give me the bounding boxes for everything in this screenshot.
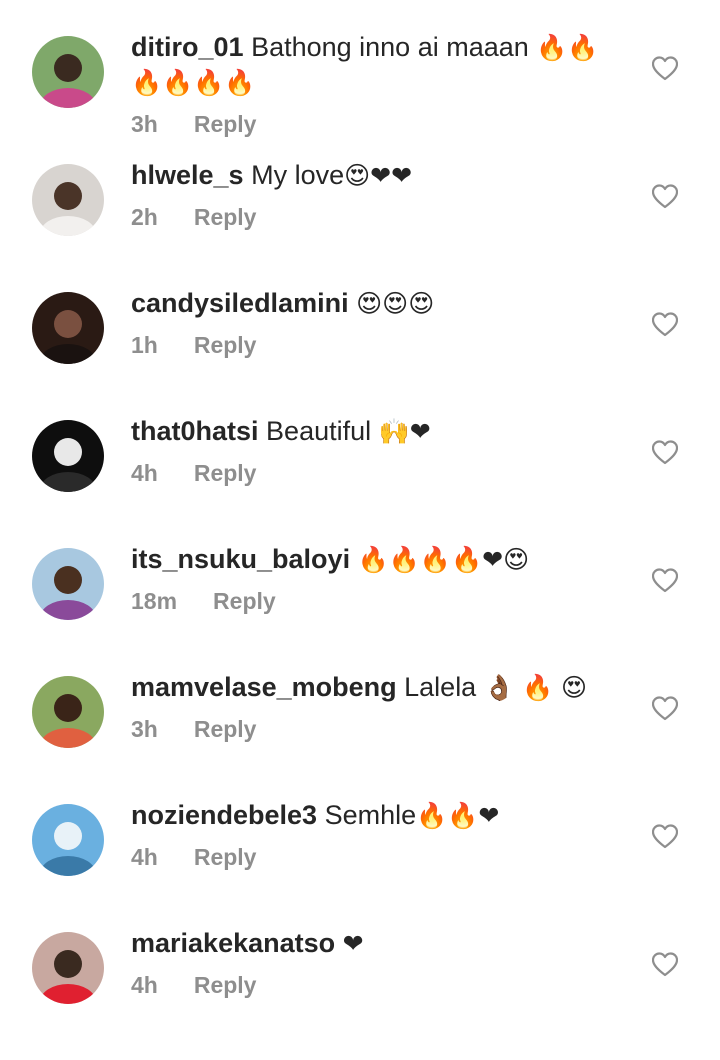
comment-item: noziendebele3 Semhle🔥🔥❤ 4h Reply xyxy=(0,800,720,932)
comment-body: noziendebele3 Semhle🔥🔥❤ 4h Reply xyxy=(131,798,611,871)
avatar[interactable] xyxy=(32,36,104,108)
username-link[interactable]: mariakekanatso xyxy=(131,928,335,958)
username-link[interactable]: ditiro_01 xyxy=(131,32,244,62)
comment-item: ditiro_01 Bathong inno ai maaan 🔥🔥🔥🔥🔥🔥 3h… xyxy=(0,32,720,164)
comment-meta: 3h Reply xyxy=(131,111,611,138)
comment-message: Beautiful 🙌❤ xyxy=(266,416,431,446)
comment-message: My love😍❤❤ xyxy=(251,160,413,190)
timestamp: 3h xyxy=(131,111,158,137)
like-button[interactable] xyxy=(652,56,678,82)
comments-list: ditiro_01 Bathong inno ai maaan 🔥🔥🔥🔥🔥🔥 3h… xyxy=(0,0,720,1016)
comment-item: its_nsuku_baloyi 🔥🔥🔥🔥❤😍 18m Reply xyxy=(0,544,720,676)
comment-text: its_nsuku_baloyi 🔥🔥🔥🔥❤😍 xyxy=(131,542,611,577)
comment-body: its_nsuku_baloyi 🔥🔥🔥🔥❤😍 18m Reply xyxy=(131,542,611,615)
like-button[interactable] xyxy=(652,184,678,210)
timestamp: 4h xyxy=(131,972,158,998)
comment-text: noziendebele3 Semhle🔥🔥❤ xyxy=(131,798,611,833)
comment-item: hlwele_s My love😍❤❤ 2h Reply xyxy=(0,160,720,292)
username-link[interactable]: that0hatsi xyxy=(131,416,259,446)
comment-message: Semhle🔥🔥❤ xyxy=(324,800,500,830)
comment-meta: 4h Reply xyxy=(131,460,611,487)
like-button[interactable] xyxy=(652,952,678,978)
reply-button[interactable]: Reply xyxy=(194,111,257,138)
avatar[interactable] xyxy=(32,804,104,876)
timestamp: 4h xyxy=(131,460,158,486)
like-button[interactable] xyxy=(652,696,678,722)
timestamp: 18m xyxy=(131,588,178,614)
avatar[interactable] xyxy=(32,932,104,1004)
comment-message: Lalela 👌🏾 🔥 😍 xyxy=(404,672,588,702)
comment-item: mariakekanatso ❤ 4h Reply xyxy=(0,928,720,1060)
timestamp: 4h xyxy=(131,844,158,870)
timestamp: 3h xyxy=(131,716,158,742)
comment-message: ❤ xyxy=(342,929,364,958)
comment-body: candysiledlamini 😍😍😍 1h Reply xyxy=(131,286,611,359)
like-button[interactable] xyxy=(652,568,678,594)
comment-meta: 4h Reply xyxy=(131,844,611,871)
comment-item: candysiledlamini 😍😍😍 1h Reply xyxy=(0,288,720,420)
comment-meta: 18m Reply xyxy=(131,588,611,615)
comment-body: that0hatsi Beautiful 🙌❤ 4h Reply xyxy=(131,414,611,487)
like-button[interactable] xyxy=(652,312,678,338)
avatar[interactable] xyxy=(32,548,104,620)
heart-outline-icon xyxy=(652,952,678,977)
comment-meta: 3h Reply xyxy=(131,716,611,743)
avatar[interactable] xyxy=(32,292,104,364)
comment-message: 😍😍😍 xyxy=(356,289,435,318)
timestamp: 2h xyxy=(131,204,158,230)
reply-button[interactable]: Reply xyxy=(213,588,276,615)
comment-meta: 1h Reply xyxy=(131,332,611,359)
heart-outline-icon xyxy=(652,440,678,465)
username-link[interactable]: mamvelase_mobeng xyxy=(131,672,397,702)
comment-item: that0hatsi Beautiful 🙌❤ 4h Reply xyxy=(0,416,720,548)
comment-body: hlwele_s My love😍❤❤ 2h Reply xyxy=(131,158,611,231)
comment-text: that0hatsi Beautiful 🙌❤ xyxy=(131,414,611,449)
reply-button[interactable]: Reply xyxy=(194,204,257,231)
reply-button[interactable]: Reply xyxy=(194,972,257,999)
like-button[interactable] xyxy=(652,440,678,466)
username-link[interactable]: candysiledlamini xyxy=(131,288,349,318)
reply-button[interactable]: Reply xyxy=(194,332,257,359)
username-link[interactable]: hlwele_s xyxy=(131,160,244,190)
comment-text: mariakekanatso ❤ xyxy=(131,926,611,961)
heart-outline-icon xyxy=(652,184,678,209)
username-link[interactable]: its_nsuku_baloyi xyxy=(131,544,350,574)
heart-outline-icon xyxy=(652,696,678,721)
comment-text: candysiledlamini 😍😍😍 xyxy=(131,286,611,321)
heart-outline-icon xyxy=(652,824,678,849)
reply-button[interactable]: Reply xyxy=(194,460,257,487)
avatar[interactable] xyxy=(32,420,104,492)
reply-button[interactable]: Reply xyxy=(194,844,257,871)
comment-body: ditiro_01 Bathong inno ai maaan 🔥🔥🔥🔥🔥🔥 3h… xyxy=(131,30,611,138)
like-button[interactable] xyxy=(652,824,678,850)
comment-text: ditiro_01 Bathong inno ai maaan 🔥🔥🔥🔥🔥🔥 xyxy=(131,30,611,100)
heart-outline-icon xyxy=(652,56,678,81)
comment-item: mamvelase_mobeng Lalela 👌🏾 🔥 😍 3h Reply xyxy=(0,672,720,804)
comment-meta: 2h Reply xyxy=(131,204,611,231)
timestamp: 1h xyxy=(131,332,158,358)
comment-body: mariakekanatso ❤ 4h Reply xyxy=(131,926,611,999)
comment-text: hlwele_s My love😍❤❤ xyxy=(131,158,611,193)
avatar[interactable] xyxy=(32,676,104,748)
comment-meta: 4h Reply xyxy=(131,972,611,999)
comment-message: 🔥🔥🔥🔥❤😍 xyxy=(357,545,530,574)
heart-outline-icon xyxy=(652,568,678,593)
username-link[interactable]: noziendebele3 xyxy=(131,800,317,830)
comment-body: mamvelase_mobeng Lalela 👌🏾 🔥 😍 3h Reply xyxy=(131,670,611,743)
reply-button[interactable]: Reply xyxy=(194,716,257,743)
avatar[interactable] xyxy=(32,164,104,236)
comment-text: mamvelase_mobeng Lalela 👌🏾 🔥 😍 xyxy=(131,670,611,705)
heart-outline-icon xyxy=(652,312,678,337)
